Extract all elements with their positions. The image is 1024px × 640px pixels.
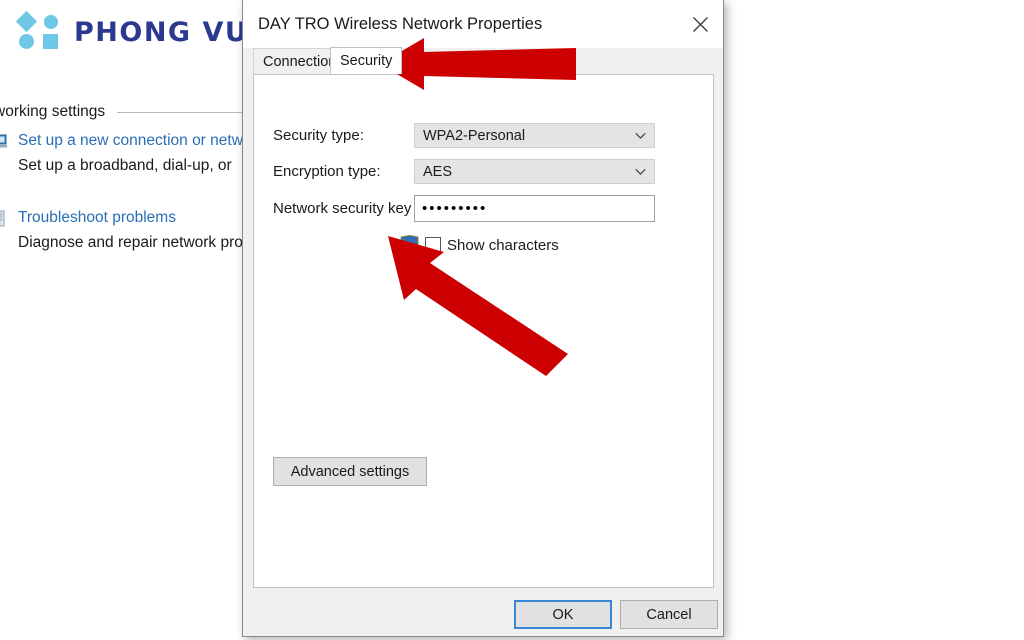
setting-link-troubleshoot[interactable]: Troubleshoot problems — [18, 208, 176, 227]
encryption-type-row: Encryption type: AES — [273, 159, 655, 184]
phong-vu-logo-mark — [15, 10, 64, 52]
show-characters-row: Show characters — [400, 235, 559, 255]
show-characters-checkbox[interactable] — [425, 237, 441, 253]
network-security-key-input[interactable]: ••••••••• — [414, 195, 655, 222]
close-icon[interactable] — [677, 0, 723, 48]
ok-button[interactable]: OK — [514, 600, 612, 629]
tab-security[interactable]: Security — [330, 47, 403, 74]
encryption-type-dropdown[interactable]: AES — [414, 159, 655, 184]
logo-square-shape — [43, 34, 58, 49]
setting-link-new-connection[interactable]: Set up a new connection or netw — [18, 131, 243, 150]
network-security-key-value: ••••••••• — [422, 200, 488, 217]
cancel-button[interactable]: Cancel — [620, 600, 718, 629]
encryption-type-value: AES — [423, 163, 453, 180]
security-type-dropdown[interactable]: WPA2-Personal — [414, 123, 655, 148]
network-security-key-label: Network security key — [273, 200, 412, 217]
logo-diamond-shape — [15, 10, 38, 33]
show-characters-label: Show characters — [447, 236, 559, 254]
setting-item-new-connection[interactable]: Set up a new connection or netw Set up a… — [0, 131, 243, 175]
networking-settings-heading-text: your networking settings — [0, 103, 106, 120]
security-type-value: WPA2-Personal — [423, 127, 526, 144]
setting-description-troubleshoot: Diagnose and repair network pro — [18, 234, 243, 251]
chevron-down-icon — [635, 168, 646, 175]
security-type-row: Security type: WPA2-Personal — [273, 123, 655, 148]
troubleshoot-icon — [0, 210, 5, 227]
security-tab-panel: Security type: WPA2-Personal Encryption … — [253, 74, 714, 588]
wireless-network-properties-dialog: DAY TRO Wireless Network Properties Conn… — [242, 0, 724, 637]
network-security-key-row: Network security key ••••••••• — [273, 195, 655, 222]
setting-item-troubleshoot[interactable]: Troubleshoot problems Diagnose and repai… — [0, 208, 243, 252]
dialog-title: DAY TRO Wireless Network Properties — [258, 14, 543, 33]
dialog-tabstrip: Connection Security — [243, 47, 723, 74]
logo-circle-bottom-left-shape — [19, 34, 34, 49]
encryption-type-label: Encryption type: — [273, 163, 381, 180]
phong-vu-logo: PHONG VU — [15, 10, 249, 52]
setting-description-new-connection: Set up a broadband, dial-up, or — [18, 157, 232, 174]
dialog-footer: OK Cancel — [243, 598, 723, 637]
dialog-titlebar: DAY TRO Wireless Network Properties — [243, 0, 723, 48]
logo-circle-top-right-shape — [44, 15, 58, 29]
new-connection-icon — [0, 134, 7, 148]
uac-shield-icon — [400, 235, 419, 255]
chevron-down-icon — [635, 132, 646, 139]
security-type-label: Security type: — [273, 127, 364, 144]
advanced-settings-button[interactable]: Advanced settings — [273, 457, 427, 486]
phong-vu-logo-text: PHONG VU — [74, 16, 249, 48]
